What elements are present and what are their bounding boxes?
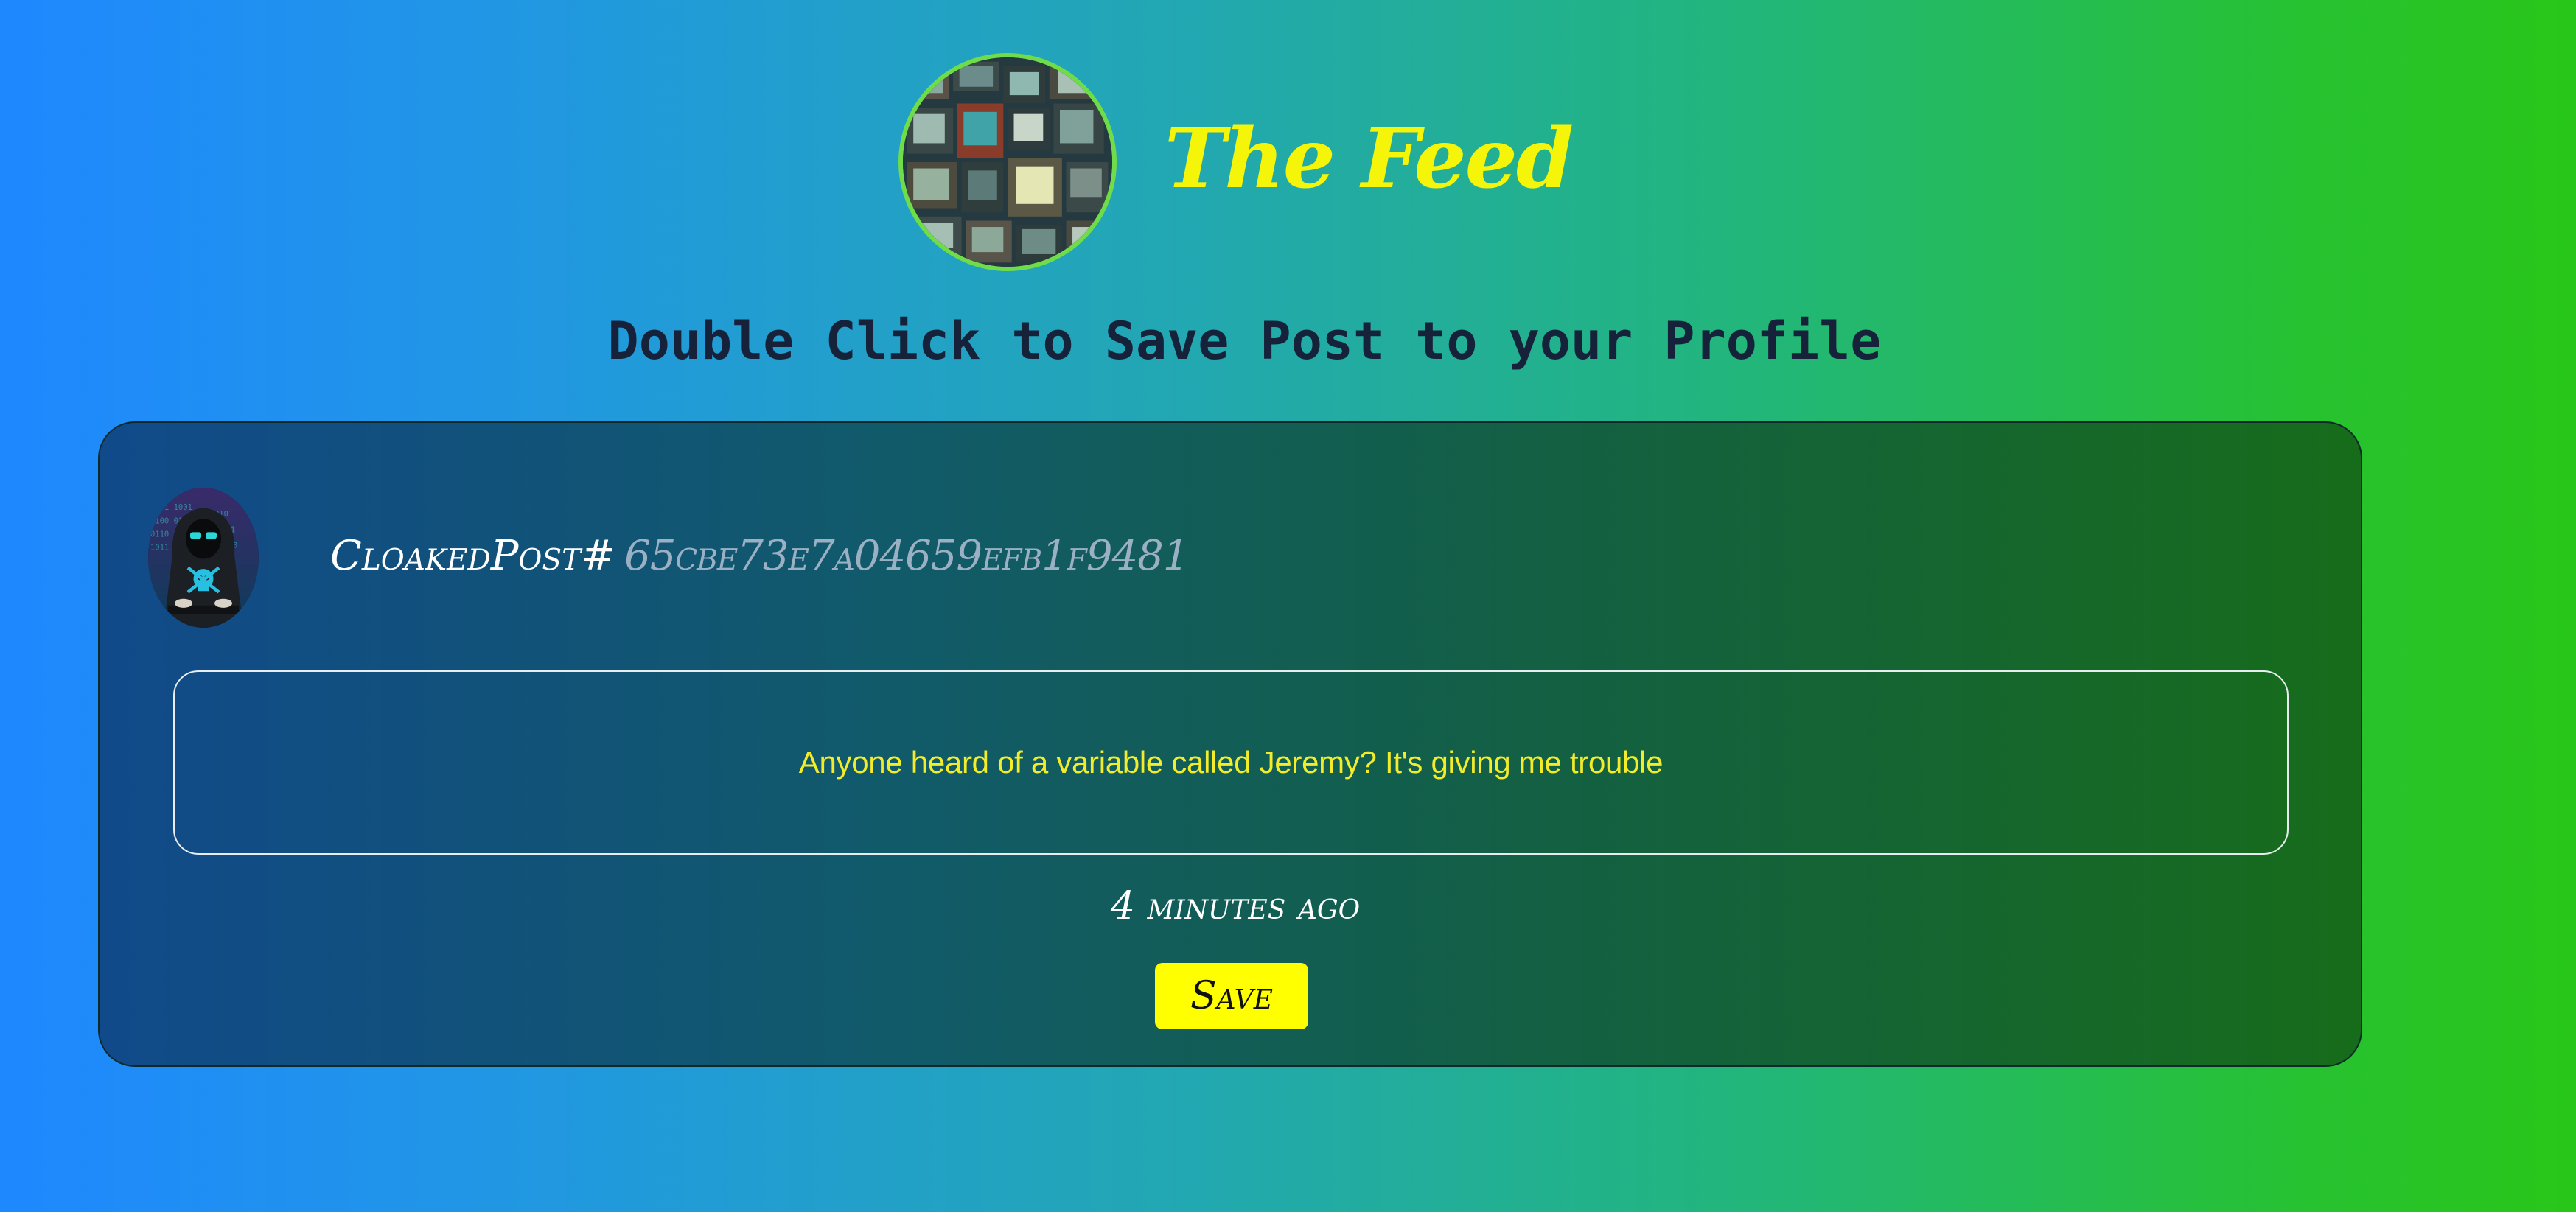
post-id-label: CloakedPost# [330, 532, 616, 580]
site-logo [898, 53, 1117, 271]
post-timestamp-text: 4 minutes ago [1110, 884, 1361, 928]
post-id-value: 65cbe73e7a04659efb1f9481 [624, 532, 1189, 580]
post-id: CloakedPost# 65cbe73e7a04659efb1f9481 [330, 536, 1189, 577]
post-timestamp: 4 minutes ago [100, 887, 2364, 925]
svg-text:0101 1001: 0101 1001 [150, 503, 192, 512]
post-content: Anyone heard of a variable called Jeremy… [798, 745, 1664, 780]
save-instruction-text: Double Click to Save Post to your Profil… [607, 311, 1882, 371]
vintage-tv-wall-logo [903, 57, 1112, 267]
post-body: Anyone heard of a variable called Jeremy… [173, 670, 2289, 855]
post-card[interactable]: 0101 1001 1100 0101 0110 1010 1011 0011 … [98, 421, 2362, 1067]
site-title: The Feed [1165, 111, 1574, 207]
hooded-hacker-avatar-icon: 0101 1001 1100 0101 0110 1010 1011 0011 … [148, 488, 259, 628]
avatar[interactable]: 0101 1001 1100 0101 0110 1010 1011 0011 … [148, 488, 259, 628]
save-button[interactable]: Save [1155, 963, 1308, 1029]
save-instruction: Double Click to Save Post to your Profil… [0, 315, 2506, 367]
